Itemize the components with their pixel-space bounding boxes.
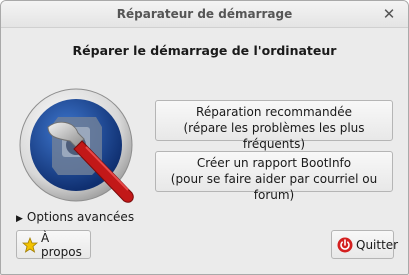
about-label: À propos xyxy=(41,230,82,259)
bootinfo-button-title: Créer un rapport BootInfo xyxy=(196,156,352,170)
recommended-repair-button[interactable]: Réparation recommandée (répare les probl… xyxy=(155,100,393,151)
about-button[interactable]: À propos xyxy=(16,230,91,259)
boot-repair-window: Réparateur de démarrage ✕ Réparer le dém… xyxy=(0,0,409,275)
triangle-right-icon: ▶ xyxy=(16,214,23,224)
close-icon[interactable]: ✕ xyxy=(380,5,398,23)
advanced-options-expander[interactable]: ▶ Options avancées xyxy=(16,210,134,224)
power-icon xyxy=(337,237,353,252)
window-title: Réparateur de démarrage xyxy=(116,7,293,21)
quit-button[interactable]: Quitter xyxy=(331,230,398,259)
quit-label: Quitter xyxy=(356,237,399,252)
page-heading: Réparer le démarrage de l'ordinateur xyxy=(72,43,337,58)
advanced-options-label: Options avancées xyxy=(26,210,135,224)
repair-button-subtitle: (répare les problèmes les plus fréquents… xyxy=(183,121,365,151)
wrench-disk-logo xyxy=(19,88,134,203)
bootinfo-report-button[interactable]: Créer un rapport BootInfo (pour se faire… xyxy=(155,151,393,202)
titlebar[interactable]: Réparateur de démarrage ✕ xyxy=(1,1,408,28)
star-icon xyxy=(22,236,38,253)
bootinfo-button-subtitle: (pour se faire aider par courriel ou for… xyxy=(170,172,378,202)
repair-button-title: Réparation recommandée xyxy=(196,105,352,119)
